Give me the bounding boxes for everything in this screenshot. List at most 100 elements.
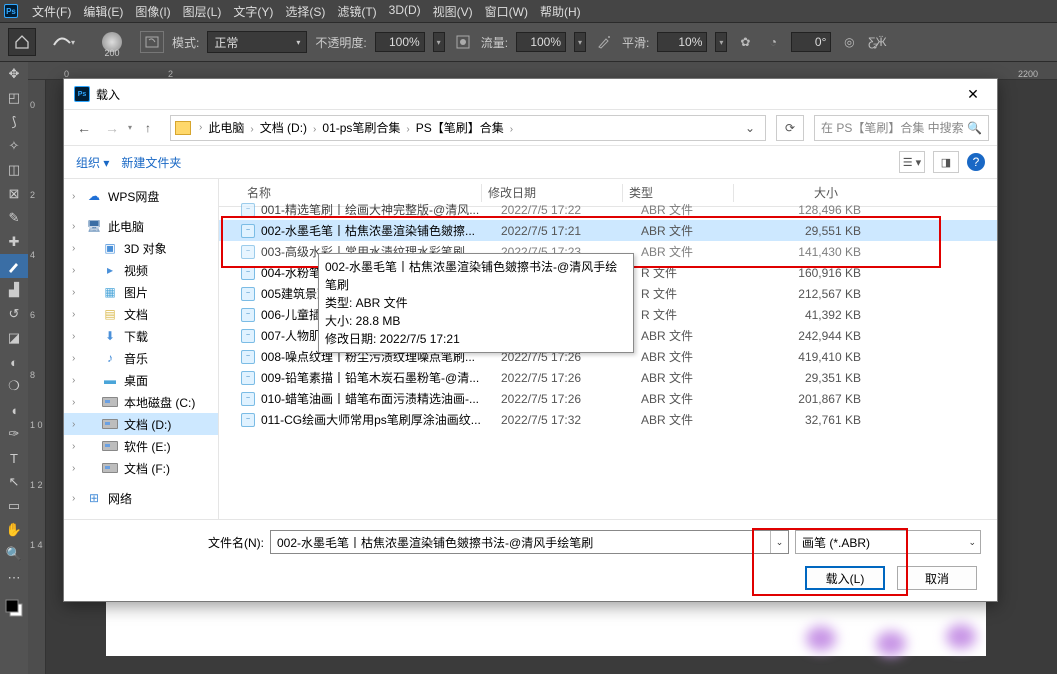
symmetry-icon[interactable]: Ƹ̵̡Ӝ <box>867 32 887 52</box>
sidebar-label: 本地磁盘 (C:) <box>124 394 195 411</box>
tool-blur[interactable]: ❍ <box>0 374 28 398</box>
filename-input[interactable]: 002-水墨毛笔丨枯焦浓墨渲染铺色皴擦书法-@清风手绘笔刷 ⌄ <box>270 530 789 554</box>
airbrush-icon[interactable] <box>594 32 614 52</box>
file-row[interactable]: ~002-水墨毛笔丨枯焦浓墨渲染铺色皴擦...2022/7/5 17:21ABR… <box>219 220 997 241</box>
close-button[interactable]: ✕ <box>953 79 993 109</box>
tool-hand[interactable]: ✋ <box>0 518 28 542</box>
menu-item[interactable]: 选择(S) <box>279 3 331 20</box>
sidebar-item[interactable]: ▦图片 <box>64 281 218 303</box>
opacity-dropdown[interactable]: ▾ <box>433 32 445 52</box>
breadcrumb-part[interactable]: 此电脑 <box>206 121 246 135</box>
filetype-filter[interactable]: 画笔 (*.ABR) ⌄ <box>795 530 981 554</box>
sidebar-item[interactable]: ⊞网络 <box>64 487 218 509</box>
sidebar-item[interactable]: 软件 (E:) <box>64 435 218 457</box>
help-button[interactable]: ? <box>967 153 985 171</box>
file-row[interactable]: ~010-蜡笔油画丨蜡笔布面污渍精选油画-...2022/7/5 17:26AB… <box>219 388 997 409</box>
cancel-button[interactable]: 取消 <box>897 566 977 590</box>
sidebar-item[interactable]: ♪音乐 <box>64 347 218 369</box>
tool-path[interactable]: ↖ <box>0 470 28 494</box>
sidebar-item[interactable]: 文档 (D:) <box>64 413 218 435</box>
tool-pen[interactable]: ✑ <box>0 422 28 446</box>
tool-heal[interactable]: ✚ <box>0 230 28 254</box>
breadcrumb-dropdown[interactable]: ⌄ <box>739 121 761 135</box>
home-button[interactable] <box>8 28 36 56</box>
brush-preview[interactable]: ▾ <box>44 28 84 56</box>
tool-move[interactable]: ✥ <box>0 62 28 86</box>
nav-back[interactable]: ← <box>72 116 96 140</box>
newfolder-button[interactable]: 新建文件夹 <box>121 154 181 171</box>
load-button[interactable]: 载入(L) <box>805 566 885 590</box>
tool-lasso[interactable]: ⟆ <box>0 110 28 134</box>
sidebar-item[interactable]: 本地磁盘 (C:) <box>64 391 218 413</box>
tool-crop[interactable]: ◫ <box>0 158 28 182</box>
flow-input[interactable]: 100% <box>516 32 566 52</box>
tool-wand[interactable]: ✧ <box>0 134 28 158</box>
sidebar-item[interactable]: 文档 (F:) <box>64 457 218 479</box>
angle-icon[interactable]: ◔ <box>763 32 783 52</box>
menu-item[interactable]: 文件(F) <box>26 3 77 20</box>
breadcrumb[interactable]: › 此电脑›文档 (D:)›01-ps笔刷合集›PS【笔刷】合集› ⌄ <box>170 115 766 141</box>
tool-colors[interactable] <box>0 596 28 620</box>
file-name: 011-CG绘画大师常用ps笔刷厚涂油画纹... <box>261 411 501 428</box>
search-input[interactable]: 在 PS【笔刷】合集 中搜索 🔍 <box>814 115 989 141</box>
smooth-dropdown[interactable]: ▾ <box>715 32 727 52</box>
preview-pane-button[interactable]: ◨ <box>933 151 959 173</box>
pressure-opacity-icon[interactable] <box>453 32 473 52</box>
brush-size-preview[interactable]: 200 <box>92 28 132 56</box>
sidebar-item[interactable]: ▣3D 对象 <box>64 237 218 259</box>
menu-item[interactable]: 编辑(E) <box>77 3 129 20</box>
angle-input[interactable]: 0° <box>791 32 831 52</box>
tool-eyedropper[interactable]: ✎ <box>0 206 28 230</box>
tool-shape[interactable]: ▭ <box>0 494 28 518</box>
abr-file-icon: ~ <box>241 413 255 427</box>
tool-history[interactable]: ↺ <box>0 302 28 326</box>
menu-item[interactable]: 滤镜(T) <box>331 3 382 20</box>
menu-item[interactable]: 图像(I) <box>129 3 176 20</box>
file-type: R 文件 <box>641 264 751 281</box>
sidebar-item[interactable]: ☁WPS网盘 <box>64 185 218 207</box>
view-mode-button[interactable]: ☰ ▾ <box>899 151 925 173</box>
menu-item[interactable]: 窗口(W) <box>479 3 534 20</box>
flow-dropdown[interactable]: ▾ <box>574 32 586 52</box>
sidebar-item[interactable]: ▬桌面 <box>64 369 218 391</box>
brush-panel-button[interactable] <box>140 31 164 53</box>
tool-more[interactable]: ⋯ <box>0 566 28 590</box>
file-row[interactable]: ~009-铅笔素描丨铅笔木炭石墨粉笔-@清...2022/7/5 17:26AB… <box>219 367 997 388</box>
sidebar-item[interactable]: ▸视频 <box>64 259 218 281</box>
menu-item[interactable]: 视图(V) <box>427 3 479 20</box>
menu-item[interactable]: 文字(Y) <box>227 3 279 20</box>
filename-dropdown[interactable]: ⌄ <box>770 531 788 553</box>
sidebar-item[interactable]: 🖥此电脑 <box>64 215 218 237</box>
sidebar-item[interactable]: ▤文档 <box>64 303 218 325</box>
sidebar-item[interactable]: ⬇下载 <box>64 325 218 347</box>
opacity-input[interactable]: 100% <box>375 32 425 52</box>
tool-gradient[interactable]: ◐ <box>0 350 28 374</box>
open-dialog: Ps 载入 ✕ ← → ▾ ↑ › 此电脑›文档 (D:)›01-ps笔刷合集›… <box>63 78 998 602</box>
tool-brush[interactable] <box>0 254 28 278</box>
tool-stamp[interactable]: ▟ <box>0 278 28 302</box>
tool-eraser[interactable]: ◪ <box>0 326 28 350</box>
tool-type[interactable]: T <box>0 446 28 470</box>
smooth-label: 平滑: <box>622 34 649 51</box>
file-row[interactable]: ~011-CG绘画大师常用ps笔刷厚涂油画纹...2022/7/5 17:32A… <box>219 409 997 430</box>
tool-zoom[interactable]: 🔍 <box>0 542 28 566</box>
smooth-gear-icon[interactable]: ✿ <box>735 32 755 52</box>
nav-up[interactable]: ↑ <box>136 116 160 140</box>
organize-button[interactable]: 组织 ▾ <box>76 154 109 171</box>
nav-forward[interactable]: → <box>100 116 124 140</box>
pressure-size-icon[interactable]: ◎ <box>839 32 859 52</box>
tool-marquee[interactable]: ◰ <box>0 86 28 110</box>
tool-dodge[interactable]: ◖ <box>0 398 28 422</box>
sidebar-label: 文档 (F:) <box>124 460 170 477</box>
smooth-input[interactable]: 10% <box>657 32 707 52</box>
menu-item[interactable]: 3D(D) <box>383 3 427 20</box>
file-row[interactable]: ~001-精选笔刷丨绘画大神完整版-@清风...2022/7/5 17:22AB… <box>219 199 997 220</box>
refresh-button[interactable]: ⟳ <box>776 115 804 141</box>
breadcrumb-part[interactable]: 01-ps笔刷合集 <box>320 121 402 135</box>
breadcrumb-part[interactable]: 文档 (D:) <box>258 121 309 135</box>
menu-item[interactable]: 图层(L) <box>177 3 228 20</box>
tool-frame[interactable]: ⊠ <box>0 182 28 206</box>
mode-select[interactable]: 正常▾ <box>207 31 307 53</box>
menu-item[interactable]: 帮助(H) <box>534 3 587 20</box>
breadcrumb-part[interactable]: PS【笔刷】合集 <box>414 121 506 135</box>
